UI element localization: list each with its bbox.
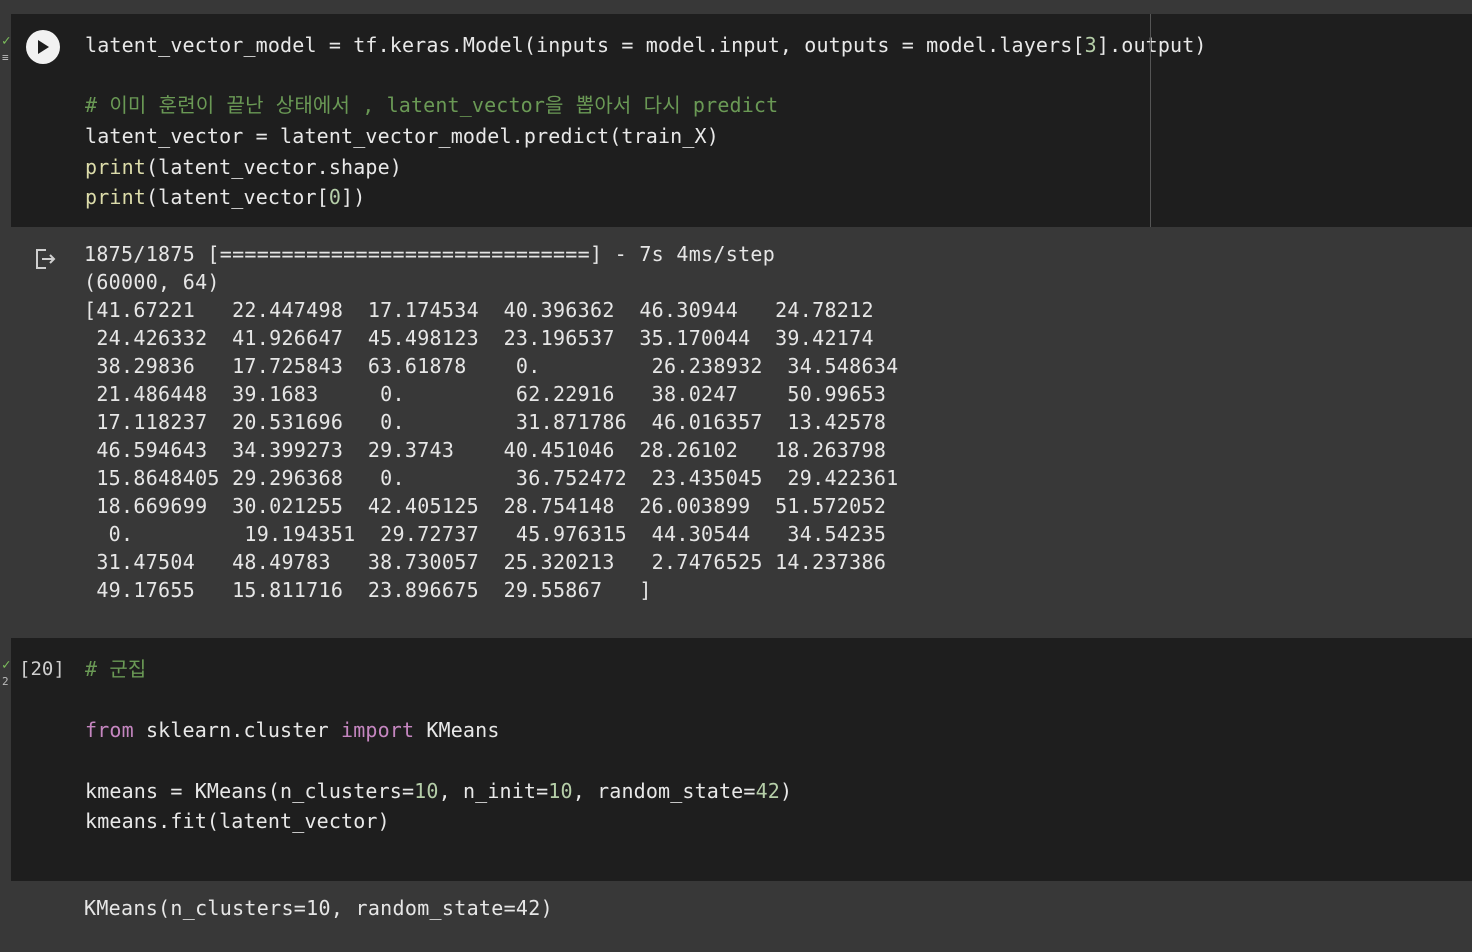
code-number: 10 [414, 779, 439, 803]
code-comment-line[interactable]: # 이미 훈련이 끝난 상태에서 , latent_vector을 뽑아서 다시… [85, 90, 778, 120]
run-cell-button[interactable] [26, 30, 60, 64]
code-text: , random_state= [572, 779, 756, 803]
cell-2-output: KMeans(n_clusters=10, random_state=42) [0, 890, 1472, 940]
code-function: print [85, 185, 146, 209]
code-text: sklearn.cluster [133, 718, 342, 742]
execution-count: [20] [19, 658, 65, 680]
code-kmeans-line[interactable]: kmeans = KMeans(n_clusters=10, n_init=10… [85, 776, 792, 806]
play-icon [38, 40, 49, 54]
vector-row: 49.17655 15.811716 23.896675 29.55867 ] [84, 578, 652, 602]
code-text: (latent_vector.shape) [145, 155, 402, 179]
code-number: 0 [328, 185, 342, 209]
code-text: KMeans [414, 718, 500, 742]
code-number: 3 [1084, 33, 1097, 57]
code-cell-2[interactable]: ✓ 2 [20] # 군집 from sklearn.cluster impor… [2, 638, 1472, 881]
code-text: ) [779, 779, 793, 803]
vector-row: 18.669699 30.021255 42.405125 28.754148 … [84, 494, 887, 518]
code-text: ]) [341, 185, 366, 209]
execution-time-indicator: 2 [2, 675, 9, 688]
vector-row: [41.67221 22.447498 17.174534 40.396362 … [84, 298, 874, 322]
vector-row: 38.29836 17.725843 63.61878 0. 26.238932… [84, 354, 899, 378]
code-line-4[interactable]: print(latent_vector.shape) [85, 152, 402, 182]
code-keyword: import [341, 718, 415, 742]
shape-output: (60000, 64) [84, 270, 220, 294]
code-line-1[interactable]: latent_vector_model = tf.keras.Model(inp… [85, 30, 1207, 60]
vector-row: 24.426332 41.926647 45.498123 23.196537 … [84, 326, 874, 350]
code-comment-line[interactable]: # 군집 [85, 654, 146, 684]
output-redirect-icon[interactable] [32, 246, 58, 272]
cell-1-output: 1875/1875 [=============================… [0, 238, 1472, 618]
kmeans-output: KMeans(n_clusters=10, random_state=42) [84, 896, 553, 920]
vector-row: 31.47504 48.49783 38.730057 25.320213 2.… [84, 550, 887, 574]
code-text: ].output) [1096, 33, 1207, 57]
code-fit-line[interactable]: kmeans.fit(latent_vector) [85, 806, 390, 836]
code-text: latent_vector_model = tf.keras.Model(inp… [85, 33, 1085, 57]
code-import-line[interactable]: from sklearn.cluster import KMeans [85, 715, 500, 745]
code-line-3[interactable]: latent_vector = latent_vector_model.pred… [85, 121, 719, 151]
code-number: 42 [755, 779, 780, 803]
execution-time-indicator: ≡ [2, 51, 9, 64]
check-icon: ✓ [2, 33, 11, 49]
cell-ruler [1150, 14, 1151, 227]
code-text: (latent_vector[ [145, 185, 329, 209]
vector-row: 21.486448 39.1683 0. 62.22916 38.0247 50… [84, 382, 887, 406]
code-keyword: from [85, 718, 134, 742]
vector-row: 0. 19.194351 29.72737 45.976315 44.30544… [84, 522, 887, 546]
vector-row: 46.594643 34.399273 29.3743 40.451046 28… [84, 438, 887, 462]
check-icon: ✓ [2, 657, 11, 673]
vector-row: 17.118237 20.531696 0. 31.871786 46.0163… [84, 410, 887, 434]
vector-row: 15.8648405 29.296368 0. 36.752472 23.435… [84, 466, 899, 490]
code-text: , n_init= [438, 779, 549, 803]
code-number: 10 [548, 779, 573, 803]
code-text: kmeans = KMeans(n_clusters= [85, 779, 415, 803]
code-line-5[interactable]: print(latent_vector[0]) [85, 182, 365, 212]
progress-output: 1875/1875 [=============================… [84, 242, 776, 266]
code-function: print [85, 155, 146, 179]
code-cell-1[interactable]: ✓ ≡ latent_vector_model = tf.keras.Model… [2, 14, 1472, 227]
